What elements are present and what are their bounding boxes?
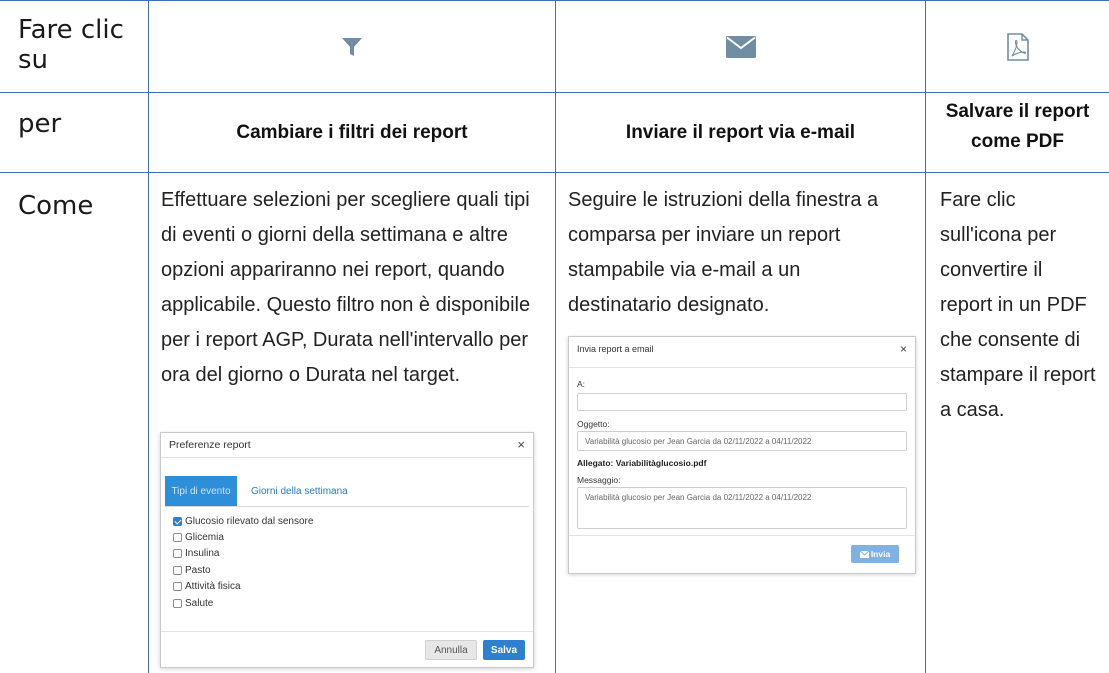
option-label: Pasto bbox=[185, 564, 211, 576]
how-email-text: Seguire le istruzioni della finestra a c… bbox=[568, 189, 879, 316]
option-sensor-glucose[interactable]: Glucosio rilevato dal sensore bbox=[173, 514, 313, 528]
close-icon[interactable]: × bbox=[517, 437, 525, 452]
message-textarea[interactable]: Variabilità glucosio per Jean Garcia da … bbox=[577, 487, 907, 529]
action-filters: Cambiare i filtri dei report bbox=[148, 93, 555, 173]
option-label: Attività fisica bbox=[185, 580, 241, 592]
cancel-button[interactable]: Annulla bbox=[425, 640, 477, 660]
how-pdf-cell: Fare clic sull'icona per convertire il r… bbox=[925, 173, 1109, 673]
row-header-for: per bbox=[0, 93, 148, 173]
option-health[interactable]: Salute bbox=[173, 596, 213, 610]
to-label: A: bbox=[577, 379, 586, 389]
send-report-email-dialog: Invia report a email × A: Oggetto: Varia… bbox=[568, 336, 916, 574]
row-header-click: Fare clic su bbox=[0, 1, 148, 93]
footer-divider bbox=[161, 631, 533, 632]
send-button[interactable]: Invia bbox=[851, 545, 899, 563]
footer-divider bbox=[569, 535, 915, 536]
send-label: Invia bbox=[870, 549, 891, 559]
dialog-title: Invia report a email bbox=[577, 344, 654, 354]
checkbox[interactable] bbox=[173, 548, 182, 558]
action-email-text: Inviare il report via e-mail bbox=[625, 121, 856, 143]
subject-input[interactable]: Variabilità glucosio per Jean Garcia da … bbox=[577, 431, 907, 451]
envelope-icon bbox=[859, 550, 869, 558]
tab-event-types[interactable]: Tipi di evento bbox=[165, 476, 237, 506]
pdf-icon-cell bbox=[925, 1, 1109, 93]
checkbox[interactable] bbox=[173, 598, 182, 608]
how-pdf-text: Fare clic sull'icona per convertire il r… bbox=[940, 189, 1096, 421]
option-blood-glucose[interactable]: Glicemia bbox=[173, 530, 224, 544]
message-label: Messaggio: bbox=[577, 475, 621, 485]
to-input[interactable] bbox=[577, 393, 907, 411]
checkbox[interactable] bbox=[173, 532, 182, 542]
row-header-how: Come bbox=[0, 173, 148, 673]
option-label: Glicemia bbox=[185, 531, 224, 543]
action-filters-text: Cambiare i filtri dei report bbox=[236, 121, 468, 143]
row-header-for-text: per bbox=[18, 109, 62, 139]
close-icon[interactable]: × bbox=[900, 342, 907, 356]
how-filters-text: Effettuare selezioni per scegliere quali… bbox=[161, 189, 531, 386]
email-icon-cell bbox=[555, 1, 925, 93]
dialog-title: Preferenze report bbox=[169, 439, 251, 451]
tab-days-of-week[interactable]: Giorni della settimana bbox=[251, 476, 348, 506]
option-label: Salute bbox=[185, 597, 214, 609]
attachment-label: Allegato: Variabilitàglucosio.pdf bbox=[577, 458, 707, 468]
checkbox[interactable] bbox=[173, 581, 182, 591]
action-pdf: Salvare il report come PDF bbox=[925, 93, 1109, 173]
option-meal[interactable]: Pasto bbox=[173, 563, 211, 577]
pdf-file-icon[interactable] bbox=[1006, 32, 1029, 61]
tab-underline bbox=[165, 506, 529, 507]
report-preferences-dialog: Preferenze report × Tipi di evento Giorn… bbox=[160, 432, 534, 668]
action-email: Inviare il report via e-mail bbox=[555, 93, 925, 173]
option-label: Glucosio rilevato dal sensore bbox=[185, 515, 314, 527]
option-insulin[interactable]: Insulina bbox=[173, 546, 219, 560]
subject-label: Oggetto: bbox=[577, 419, 610, 429]
envelope-icon[interactable] bbox=[725, 35, 756, 58]
checkbox[interactable] bbox=[173, 565, 182, 575]
row-header-how-text: Come bbox=[18, 191, 94, 221]
filter-icon-cell bbox=[148, 1, 555, 93]
checkbox-checked[interactable] bbox=[173, 516, 182, 526]
option-exercise[interactable]: Attività fisica bbox=[173, 579, 241, 593]
action-pdf-text: Salvare il report come PDF bbox=[945, 101, 1090, 152]
row-header-click-text: Fare clic su bbox=[18, 15, 124, 75]
option-label: Insulina bbox=[185, 547, 220, 559]
divider bbox=[161, 457, 533, 458]
filter-icon[interactable] bbox=[340, 35, 364, 59]
divider bbox=[569, 367, 915, 368]
save-button[interactable]: Salva bbox=[483, 640, 525, 660]
